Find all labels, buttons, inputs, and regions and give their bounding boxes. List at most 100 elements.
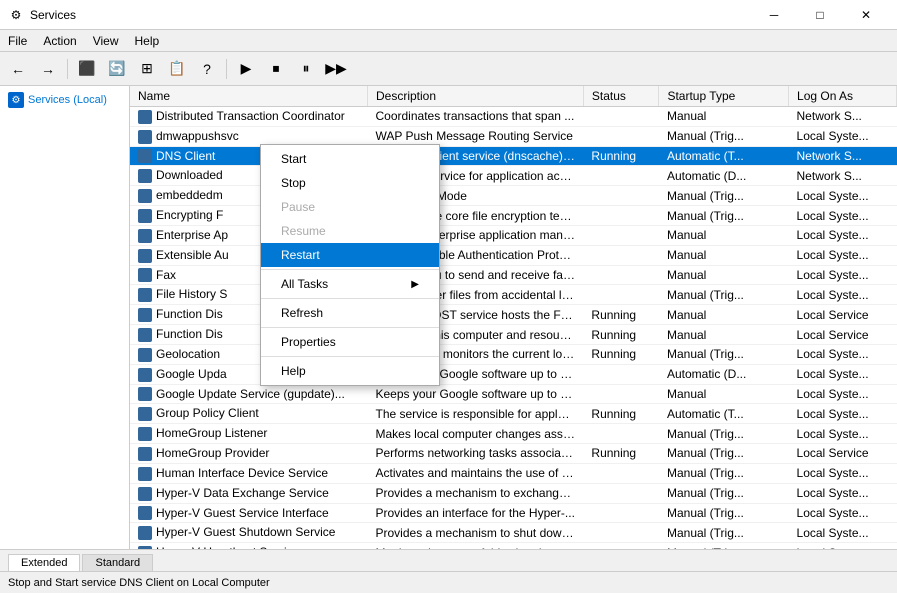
sidebar-item-services-local[interactable]: ⚙ Services (Local) (4, 90, 125, 110)
context-menu: StartStopPauseResumeRestartAll Tasks▶Ref… (260, 144, 440, 386)
table-row[interactable]: DNS ClientThe DNS Client service (dnscac… (130, 146, 897, 166)
service-status-cell: Running (583, 344, 659, 364)
ctx-item-label: Refresh (281, 306, 323, 320)
properties-button[interactable]: 📋 (163, 56, 191, 82)
ctx-item-label: Stop (281, 176, 306, 190)
table-row[interactable]: File History SProtects user files from a… (130, 285, 897, 305)
tab-extended[interactable]: Extended (8, 554, 80, 571)
sidebar-label: Services (Local) (28, 94, 107, 106)
start-service-button[interactable]: ▶ (232, 56, 260, 82)
service-name-cell: Hyper-V Data Exchange Service (130, 483, 368, 503)
pause-service-button[interactable]: ⏸ (292, 56, 320, 82)
service-status-cell: Running (583, 444, 659, 464)
table-row[interactable]: embeddedmEmbedded ModeManual (Trig...Loc… (130, 186, 897, 206)
ctx-separator (261, 356, 439, 357)
forward-button[interactable]: → (34, 56, 62, 82)
table-row[interactable]: Distributed Transaction CoordinatorCoord… (130, 107, 897, 127)
service-status-cell (583, 285, 659, 305)
refresh-button[interactable]: 🔄 (103, 56, 131, 82)
minimize-button[interactable]: ─ (751, 0, 797, 30)
col-header-name[interactable]: Name (130, 86, 368, 107)
ctx-item-label: All Tasks (281, 277, 328, 291)
menu-file[interactable]: File (0, 30, 35, 51)
menu-action[interactable]: Action (35, 30, 84, 51)
toolbar: ← → ⬛ 🔄 ⊞ 📋 ? ▶ ⏹ ⏸ ▶▶ (0, 52, 897, 86)
table-row[interactable]: Function DisThe FDPHOST service hosts th… (130, 305, 897, 325)
main-layout: ⚙ Services (Local) Name Description Stat… (0, 86, 897, 549)
table-row[interactable]: Group Policy ClientThe service is respon… (130, 404, 897, 424)
status-text: Stop and Start service DNS Client on Loc… (8, 577, 270, 589)
table-row[interactable]: dmwappushsvcWAP Push Message Routing Ser… (130, 126, 897, 146)
service-startup-cell: Automatic (T... (659, 146, 789, 166)
ctx-submenu-arrow-icon: ▶ (411, 279, 419, 290)
service-logon-cell: Local Syste... (789, 424, 897, 444)
ctx-item-help[interactable]: Help (261, 359, 439, 383)
ctx-item-restart[interactable]: Restart (261, 243, 439, 267)
title-bar: ⚙ Services ─ □ ✕ (0, 0, 897, 30)
table-row[interactable]: HomeGroup ListenerMakes local computer c… (130, 424, 897, 444)
export-button[interactable]: ⊞ (133, 56, 161, 82)
table-row[interactable]: Hyper-V Guest Shutdown ServiceProvides a… (130, 523, 897, 543)
service-startup-cell: Manual (Trig... (659, 483, 789, 503)
service-logon-cell: Network S... (789, 107, 897, 127)
status-bar: Stop and Start service DNS Client on Loc… (0, 571, 897, 593)
menu-view[interactable]: View (85, 30, 127, 51)
table-row[interactable]: Function DisPublishes this computer and … (130, 325, 897, 345)
service-desc-cell: Provides a mechanism to shut down... (368, 523, 584, 543)
service-startup-cell: Manual (Trig... (659, 463, 789, 483)
table-row[interactable]: Encrypting FProvides the core file encry… (130, 206, 897, 226)
table-row[interactable]: Human Interface Device ServiceActivates … (130, 463, 897, 483)
col-header-status[interactable]: Status (583, 86, 659, 107)
service-logon-cell: Local Syste... (789, 285, 897, 305)
table-row[interactable]: FaxEnables you to send and receive faxe.… (130, 265, 897, 285)
menu-help[interactable]: Help (127, 30, 168, 51)
service-status-cell (583, 543, 659, 549)
table-row[interactable]: Hyper-V Heartbeat ServiceMonitors the st… (130, 543, 897, 549)
ctx-item-refresh[interactable]: Refresh (261, 301, 439, 325)
service-status-cell (583, 523, 659, 543)
service-status-cell (583, 503, 659, 523)
service-name-cell: HomeGroup Provider (130, 444, 368, 464)
service-status-cell (583, 424, 659, 444)
table-row[interactable]: Google Update Service (gupdate)...Keeps … (130, 384, 897, 404)
stop-service-button[interactable]: ⏹ (262, 56, 290, 82)
ctx-item-label: Restart (281, 248, 320, 262)
col-header-description[interactable]: Description (368, 86, 584, 107)
table-row[interactable]: Google UpdaKeeps your Google software up… (130, 364, 897, 384)
table-row[interactable]: GeolocationThis service monitors the cur… (130, 344, 897, 364)
table-row[interactable]: HomeGroup ProviderPerforms networking ta… (130, 444, 897, 464)
service-desc-cell: Keeps your Google software up to da... (368, 384, 584, 404)
services-table: Name Description Status Startup Type Log… (130, 86, 897, 549)
ctx-item-start[interactable]: Start (261, 147, 439, 171)
tab-standard[interactable]: Standard (82, 554, 153, 571)
col-header-startup[interactable]: Startup Type (659, 86, 789, 107)
service-startup-cell: Manual (659, 305, 789, 325)
menu-bar: File Action View Help (0, 30, 897, 52)
ctx-item-properties[interactable]: Properties (261, 330, 439, 354)
service-logon-cell: Network S... (789, 166, 897, 186)
table-row[interactable]: Enterprise ApEnables enterprise applicat… (130, 225, 897, 245)
ctx-item-all-tasks[interactable]: All Tasks ▶ (261, 272, 439, 296)
table-row[interactable]: DownloadedWindows service for applicatio… (130, 166, 897, 186)
service-status-cell (583, 265, 659, 285)
ctx-item-stop[interactable]: Stop (261, 171, 439, 195)
help-button-toolbar[interactable]: ? (193, 56, 221, 82)
service-name-cell: Human Interface Device Service (130, 463, 368, 483)
maximize-button[interactable]: □ (797, 0, 843, 30)
table-row[interactable]: Extensible AuThe Extensible Authenticati… (130, 245, 897, 265)
service-startup-cell: Manual (Trig... (659, 503, 789, 523)
service-logon-cell: Local Syste... (789, 225, 897, 245)
back-button[interactable]: ← (4, 56, 32, 82)
service-startup-cell: Manual (Trig... (659, 344, 789, 364)
close-button[interactable]: ✕ (843, 0, 889, 30)
table-scroll[interactable]: Name Description Status Startup Type Log… (130, 86, 897, 549)
col-header-logon[interactable]: Log On As (789, 86, 897, 107)
service-logon-cell: Local Syste... (789, 344, 897, 364)
service-logon-cell: Local Syste... (789, 503, 897, 523)
table-row[interactable]: Hyper-V Data Exchange ServiceProvides a … (130, 483, 897, 503)
table-row[interactable]: Hyper-V Guest Service InterfaceProvides … (130, 503, 897, 523)
show-hide-button[interactable]: ⬛ (73, 56, 101, 82)
resume-service-button[interactable]: ▶▶ (322, 56, 350, 82)
ctx-item-resume: Resume (261, 219, 439, 243)
service-name-cell: HomeGroup Listener (130, 424, 368, 444)
